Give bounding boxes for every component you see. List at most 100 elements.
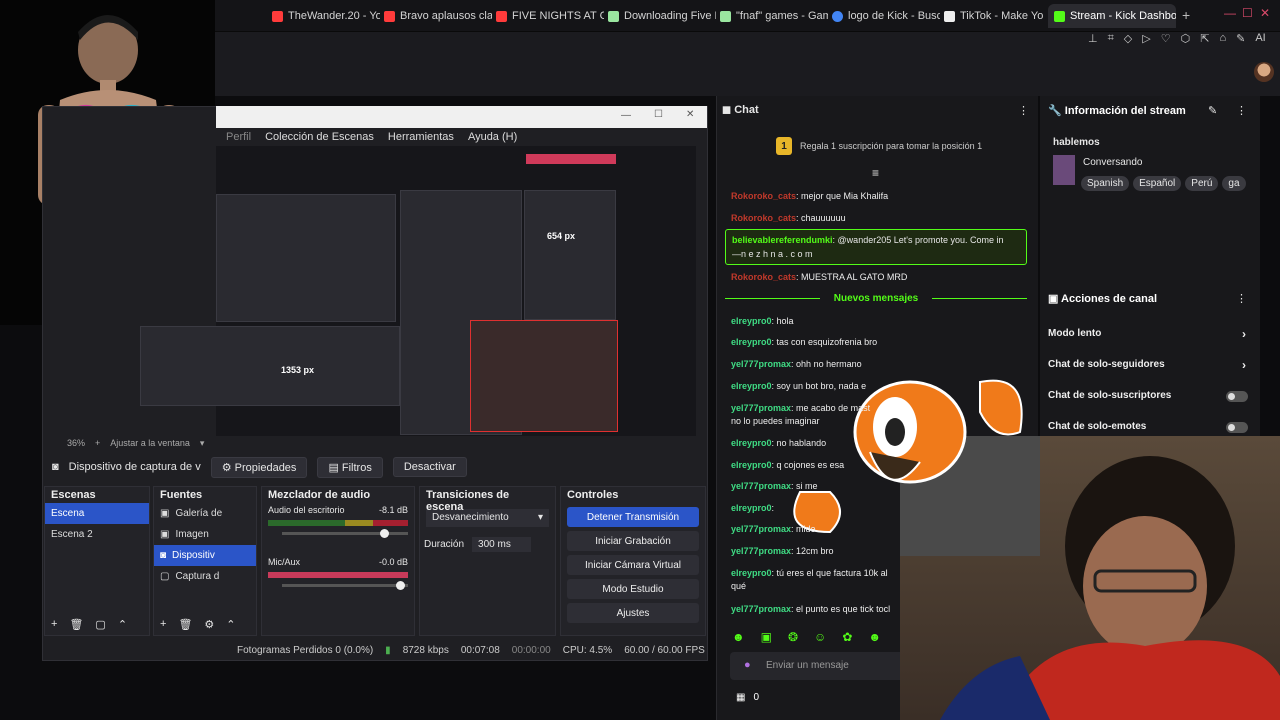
filter-icon[interactable]: ▢ <box>95 618 105 631</box>
slider-knob[interactable] <box>380 529 390 538</box>
more-options-icon[interactable]: ⋮ <box>1236 292 1247 305</box>
extensions-icon[interactable]: ⬡ <box>1181 32 1191 48</box>
duration-input[interactable]: 300 ms <box>472 537 531 552</box>
action-slow-mode[interactable]: Modo lento › <box>1048 327 1248 341</box>
chevron-down-icon[interactable]: ▾ <box>200 438 205 449</box>
tab-0[interactable]: TheWander.20 - You <box>272 4 380 28</box>
category-name[interactable]: Conversando <box>1083 157 1142 168</box>
screenshot-icon[interactable]: ⌗ <box>1108 32 1114 48</box>
tab-6[interactable]: TikTok - Make Your <box>944 4 1044 28</box>
studio-mode-button[interactable]: Modo Estudio <box>567 579 699 599</box>
add-icon[interactable]: + <box>160 618 166 631</box>
edit-icon[interactable]: ✎ <box>1208 104 1217 117</box>
toggle-switch[interactable] <box>1226 422 1248 433</box>
menu-help[interactable]: Ayuda (H) <box>468 131 517 143</box>
action-subscribers-only[interactable]: Chat de solo-suscriptores <box>1048 390 1248 402</box>
share-icon[interactable]: ⇱ <box>1200 32 1209 48</box>
chat-username[interactable]: elreypro0 <box>731 568 772 578</box>
lock-icon[interactable]: ⌂ <box>1219 32 1226 48</box>
virtual-camera-button[interactable]: Iniciar Cámara Virtual <box>567 555 699 575</box>
source-item[interactable]: ▢ Captura d <box>154 566 256 587</box>
tab-1[interactable]: Bravo aplausos clap <box>384 4 492 28</box>
zoom-in-button[interactable]: + <box>95 438 100 448</box>
source-item[interactable]: ◙ Dispositiv <box>154 545 256 566</box>
volume-slider[interactable] <box>282 581 408 590</box>
tab-7-active[interactable]: Stream - Kick Dashbo <box>1048 4 1176 28</box>
menu-perfil[interactable]: Perfil <box>226 131 251 143</box>
transition-select[interactable]: Desvanecimiento ▾ <box>426 509 549 527</box>
chat-username[interactable]: elreypro0 <box>731 381 772 391</box>
settings-button[interactable]: Ajustes <box>567 603 699 623</box>
emote-icon[interactable]: ☻ <box>732 630 745 644</box>
chat-username[interactable]: yel777promax <box>731 604 791 614</box>
menu-scene-collection[interactable]: Colección de Escenas <box>265 131 374 143</box>
emote-icon[interactable]: ❂ <box>788 630 798 644</box>
close-button[interactable]: ✕ <box>1260 6 1270 20</box>
slider-knob[interactable] <box>396 581 406 590</box>
gift-sub-banner[interactable]: 1 Regala 1 suscripción para tomar la posi… <box>776 137 982 155</box>
stop-stream-button[interactable]: Detener Transmisión <box>567 507 699 527</box>
chat-username[interactable]: yel777promax <box>731 359 791 369</box>
emote-icon[interactable]: ☺ <box>814 630 826 644</box>
obs-preview-canvas[interactable]: 654 px 1353 px <box>140 146 696 436</box>
emote-icon[interactable]: ▣ <box>761 630 772 644</box>
zoom-percent[interactable]: 36% <box>67 438 85 448</box>
trash-icon[interactable]: 🗑 <box>178 618 192 631</box>
toggle-switch[interactable] <box>1226 391 1248 402</box>
volume-slider[interactable] <box>282 529 408 538</box>
new-tab-button[interactable]: + <box>1182 7 1190 23</box>
chat-username[interactable]: yel777promax <box>731 546 791 556</box>
tag[interactable]: ga <box>1222 176 1246 191</box>
obs-minimize-icon[interactable]: — <box>621 110 631 121</box>
pinned-filter-icon[interactable]: ≡ <box>872 166 879 180</box>
filters-button[interactable]: ▤ Filtros <box>317 456 383 478</box>
tab-3[interactable]: Downloading Five N <box>608 4 716 28</box>
tag[interactable]: Español <box>1133 176 1182 191</box>
profile-avatar[interactable] <box>1254 62 1274 82</box>
scene-item[interactable]: Escena <box>45 503 149 524</box>
chat-username[interactable]: elreypro0 <box>731 316 772 326</box>
source-item[interactable]: ▣ Galería de <box>154 503 256 524</box>
action-emotes-only[interactable]: Chat de solo-emotes <box>1048 421 1248 433</box>
tab-2[interactable]: FIVE NIGHTS AT CA <box>496 4 604 28</box>
ai-button[interactable]: AI <box>1255 32 1265 48</box>
emote-icon[interactable]: ✿ <box>842 630 852 644</box>
chat-username[interactable]: elreypro0 <box>731 503 772 513</box>
source-item[interactable]: ▣ Imagen <box>154 524 256 545</box>
emote-icon[interactable]: ☻ <box>868 630 881 644</box>
shield-icon[interactable]: ◇ <box>1124 32 1132 48</box>
obs-close-icon[interactable]: ✕ <box>686 109 694 120</box>
minimize-button[interactable]: — <box>1224 6 1236 20</box>
start-recording-button[interactable]: Iniciar Grabación <box>567 531 699 551</box>
scene-item[interactable]: Escena 2 <box>45 524 149 545</box>
chat-username[interactable]: yel777promax <box>731 524 791 534</box>
properties-button[interactable]: ⚙ Propiedades <box>210 456 308 478</box>
gear-icon[interactable]: ⚙ <box>204 618 214 631</box>
webcam-source-selected[interactable] <box>470 320 618 432</box>
more-options-icon[interactable]: ⋮ <box>1236 104 1247 117</box>
points-counter[interactable]: ▦ 0 <box>736 692 759 703</box>
action-followers-only[interactable]: Chat de solo-seguidores › <box>1048 358 1248 372</box>
tab-5[interactable]: logo de Kick - Busc <box>832 4 940 28</box>
maximize-button[interactable]: ☐ <box>1242 6 1253 20</box>
tab-4[interactable]: "fnaf" games - Gam <box>720 4 828 28</box>
chat-username[interactable]: yel777promax <box>731 403 791 413</box>
chat-username[interactable]: Rokoroko_cats <box>731 272 796 282</box>
obs-maximize-icon[interactable]: ☐ <box>654 109 663 120</box>
pin-icon[interactable]: ⊥ <box>1088 32 1098 48</box>
play-icon[interactable]: ▷ <box>1142 32 1150 48</box>
chat-username[interactable]: Rokoroko_cats <box>731 213 796 223</box>
menu-tools[interactable]: Herramientas <box>388 131 454 143</box>
chat-username[interactable]: elreypro0 <box>731 438 772 448</box>
chat-username[interactable]: yel777promax <box>731 481 791 491</box>
chevron-up-icon[interactable]: ⌃ <box>226 618 235 631</box>
heart-icon[interactable]: ♡ <box>1161 32 1171 48</box>
chat-username[interactable]: Rokoroko_cats <box>731 191 796 201</box>
chat-username[interactable]: elreypro0 <box>731 337 772 347</box>
add-icon[interactable]: + <box>51 618 57 631</box>
deactivate-button[interactable]: Desactivar <box>392 457 467 477</box>
chat-username[interactable]: elreypro0 <box>731 460 772 470</box>
mic-icon[interactable]: ● <box>744 659 751 671</box>
fit-window-button[interactable]: Ajustar a la ventana <box>110 438 190 448</box>
edit-icon[interactable]: ✎ <box>1236 32 1245 48</box>
